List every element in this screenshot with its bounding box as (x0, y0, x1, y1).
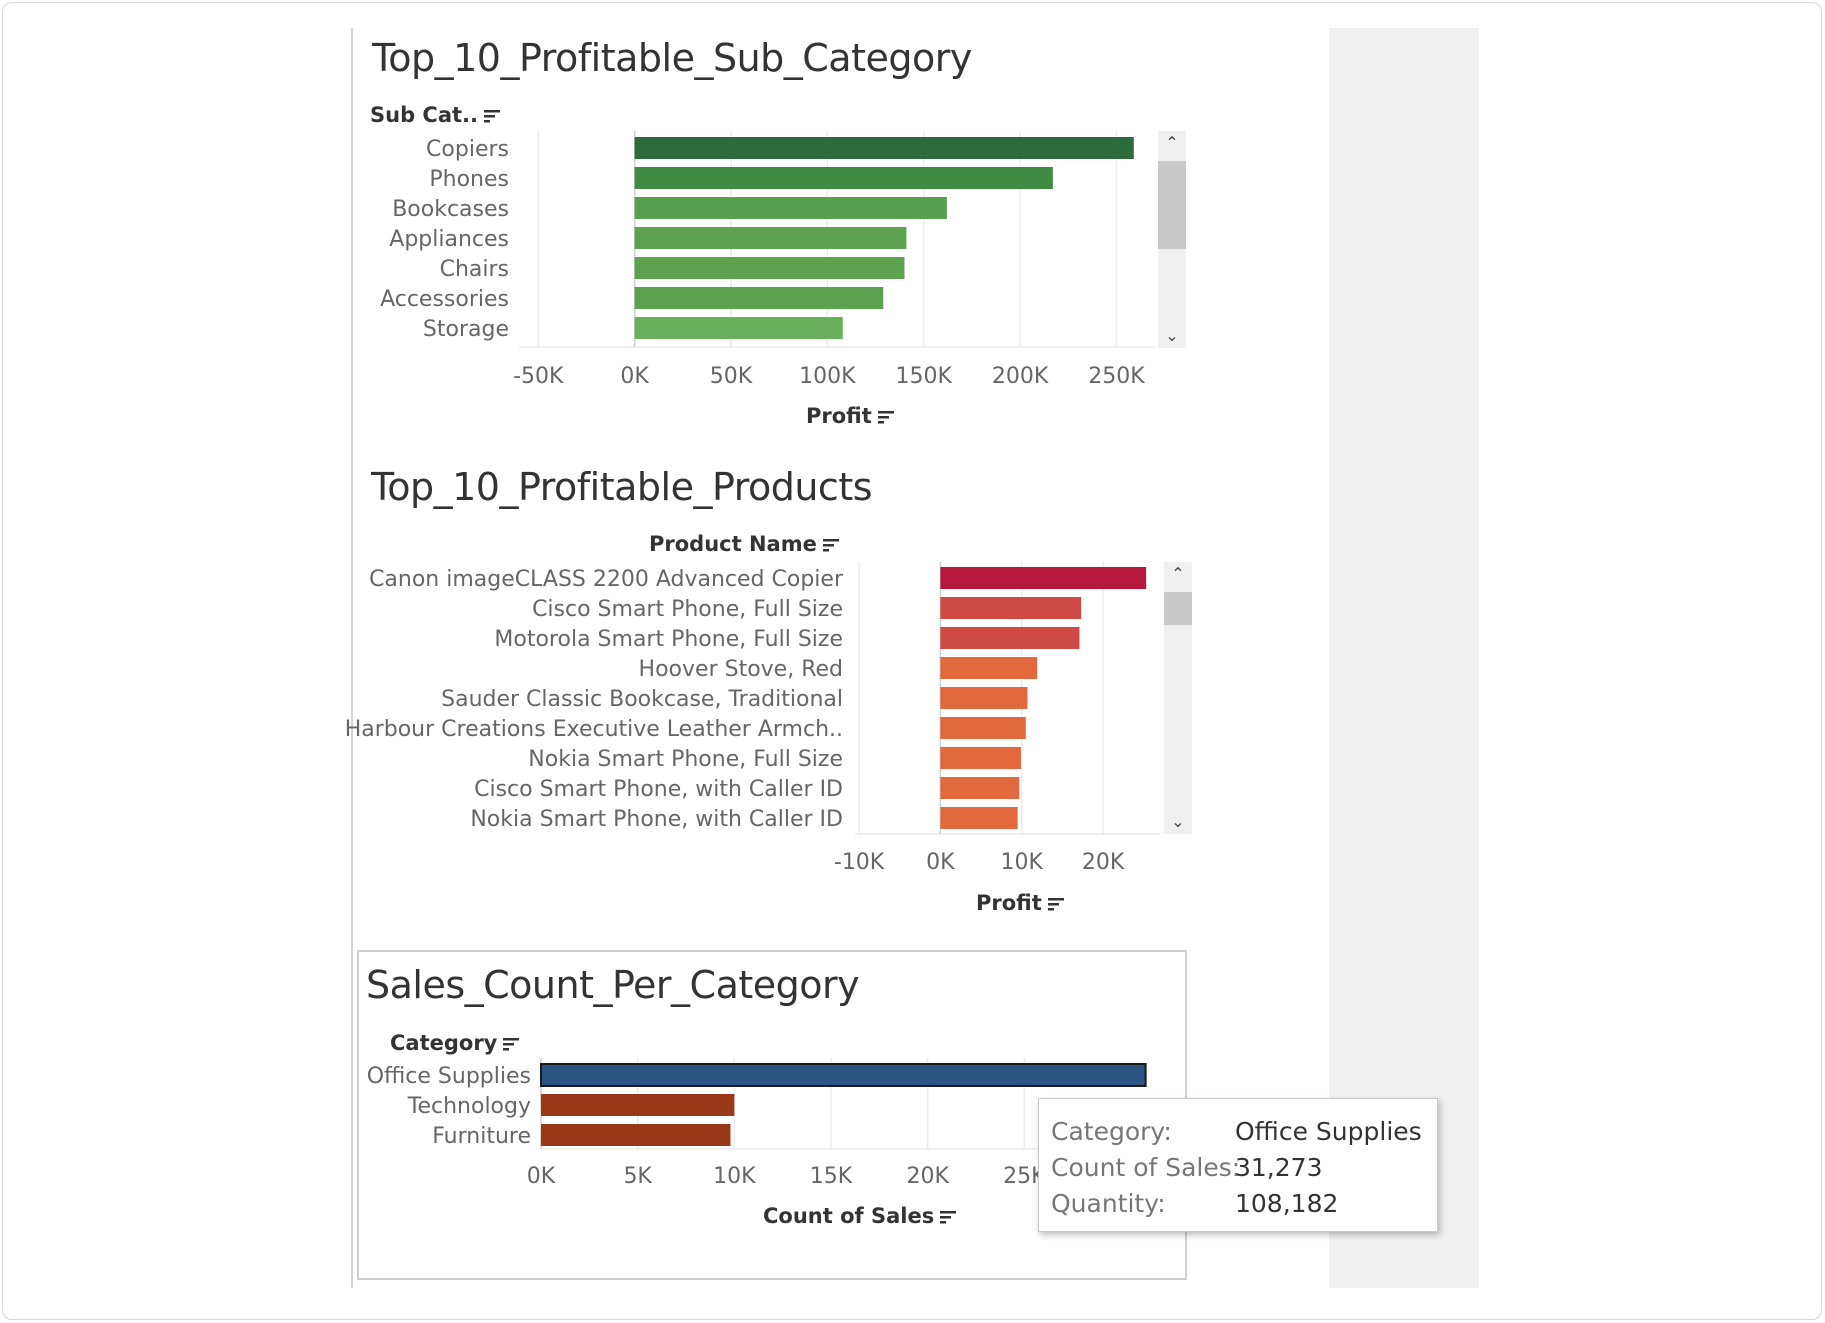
tick-label: 10K (1001, 850, 1044, 875)
category-label: Office Supplies (367, 1064, 531, 1089)
tick-label: 5K (623, 1164, 652, 1189)
bar (634, 167, 1053, 189)
bar (634, 137, 1134, 159)
tooltip-key: Quantity: (1051, 1188, 1166, 1218)
category-label: Canon imageCLASS 2200 Advanced Copier (369, 567, 844, 592)
bar (634, 287, 884, 309)
tick-label: 0K (527, 1164, 556, 1189)
tooltip-value: Office Supplies (1235, 1116, 1422, 1146)
tick-label: 250K (1088, 364, 1145, 389)
bar (940, 717, 1026, 739)
bar (541, 1094, 735, 1116)
tooltip-row: Quantity: 108,182 (1051, 1185, 1425, 1221)
tick-label: 200K (992, 364, 1049, 389)
tooltip-key: Count of Sales: (1051, 1152, 1241, 1182)
tick-label: 0K (620, 364, 649, 389)
category-label: Phones (429, 167, 509, 192)
tick-label: 20K (1082, 850, 1125, 875)
category-label: Motorola Smart Phone, Full Size (494, 627, 843, 652)
tooltip-value: 108,182 (1235, 1188, 1339, 1218)
bar (940, 777, 1020, 799)
tick-label: 150K (896, 364, 953, 389)
tick-label: -50K (513, 364, 564, 389)
charts-canvas: -50K 0K 50K 100K 150K 200K 250K Copiers Phones Bo… (345, 131, 1160, 1189)
bar (634, 227, 907, 249)
tooltip-key: Category: (1051, 1116, 1172, 1146)
category-label: Appliances (389, 227, 509, 252)
tick-label: 10K (713, 1164, 756, 1189)
category-label: Storage (423, 317, 509, 342)
category-label: Copiers (426, 137, 509, 162)
tooltip: Category: Office Supplies Count of Sales:… (1038, 1098, 1438, 1232)
tick-label: 20K (906, 1164, 949, 1189)
category-label: Nokia Smart Phone, with Caller ID (470, 807, 843, 832)
category-label: Hoover Stove, Red (639, 657, 843, 682)
category-label: Nokia Smart Phone, Full Size (528, 747, 843, 772)
bar (540, 1063, 1147, 1087)
tick-label: -10K (834, 850, 885, 875)
bar (940, 567, 1147, 589)
category-label: Cisco Smart Phone, with Caller ID (474, 777, 843, 802)
tooltip-row: Category: Office Supplies (1051, 1113, 1425, 1149)
tick-label: 50K (710, 364, 753, 389)
tick-label: 100K (799, 364, 856, 389)
tick-label: 0K (926, 850, 955, 875)
bar (634, 257, 905, 279)
bar (940, 807, 1018, 829)
category-label: Technology (407, 1094, 531, 1119)
bar (940, 687, 1028, 709)
category-label: Accessories (380, 287, 509, 312)
bar (940, 747, 1021, 769)
category-label: Furniture (432, 1124, 531, 1149)
category-label: Harbour Creations Executive Leather Armc… (345, 717, 843, 742)
bar (634, 317, 843, 339)
category-label: Chairs (440, 257, 509, 282)
category-label: Bookcases (392, 197, 509, 222)
category-label: Sauder Classic Bookcase, Traditional (441, 687, 843, 712)
bar (940, 657, 1038, 679)
bar (541, 1124, 731, 1146)
tooltip-value: 31,273 (1235, 1152, 1323, 1182)
bar (940, 627, 1080, 649)
tooltip-row: Count of Sales: 31,273 (1051, 1149, 1425, 1185)
tick-label: 15K (810, 1164, 853, 1189)
bar (940, 597, 1082, 619)
category-label: Cisco Smart Phone, Full Size (532, 597, 843, 622)
bar (634, 197, 947, 219)
